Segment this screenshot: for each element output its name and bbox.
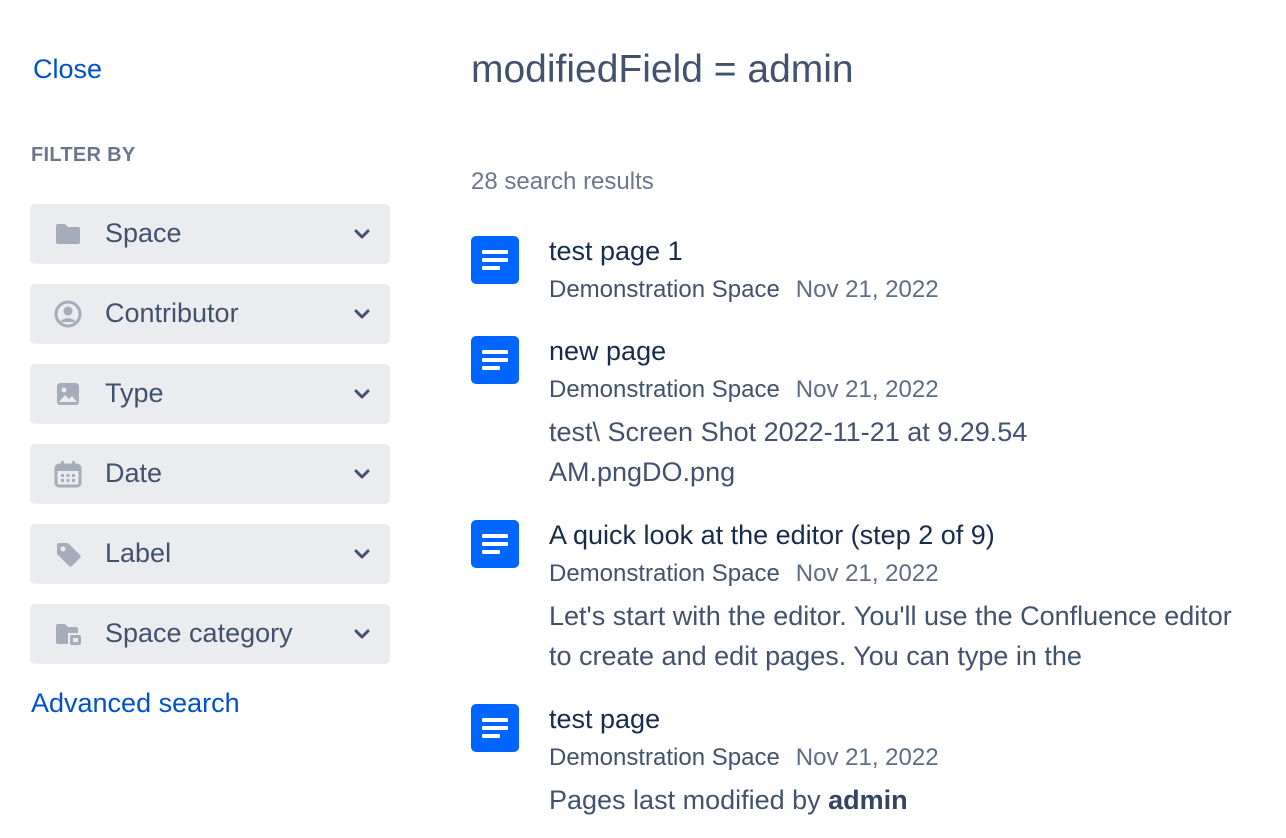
- chevron-down-icon: [354, 629, 370, 639]
- folder-icon: [56, 224, 80, 244]
- filter-space-category[interactable]: Space category: [30, 604, 390, 664]
- excerpt-text: Pages last modified by: [549, 785, 829, 815]
- filter-space[interactable]: Space: [30, 204, 390, 264]
- chevron-down-icon: [354, 469, 370, 479]
- result-title[interactable]: test page: [549, 704, 660, 735]
- filter-date[interactable]: Date: [30, 444, 390, 504]
- page-icon[interactable]: [471, 236, 519, 284]
- page-icon[interactable]: [471, 520, 519, 568]
- chevron-down-icon: [354, 229, 370, 239]
- result-date: Nov 21, 2022: [795, 560, 939, 587]
- filter-label: Type: [105, 378, 164, 408]
- filter-list: Space Contributor Type Date Label Space …: [30, 204, 390, 684]
- result-meta: Demonstration Space Nov 21, 2022: [549, 376, 939, 404]
- result-space[interactable]: Demonstration Space: [549, 560, 780, 587]
- filter-label: Label: [105, 538, 172, 568]
- filter-sidebar: Close FILTER BY Space Contributor Type D…: [0, 0, 420, 838]
- filter-label: Date: [105, 458, 163, 488]
- result-meta: Demonstration Space Nov 21, 2022: [549, 560, 939, 588]
- tag-icon: [57, 543, 81, 567]
- filter-label-tag[interactable]: Label: [30, 524, 390, 584]
- filter-contributor[interactable]: Contributor: [30, 284, 390, 344]
- calendar-icon: [54, 461, 82, 488]
- result-excerpt: Pages last modified by admin: [549, 780, 1239, 820]
- filter-label: Space: [105, 218, 182, 248]
- filter-label: Space category: [105, 618, 293, 648]
- chevron-down-icon: [354, 309, 370, 319]
- result-title[interactable]: test page 1: [549, 236, 683, 267]
- search-results-panel: modifiedField = admin 28 search results …: [440, 0, 1286, 838]
- person-circle-icon: [54, 300, 82, 328]
- search-query-title: modifiedField = admin: [471, 48, 854, 91]
- filter-by-heading: FILTER BY: [31, 144, 136, 166]
- results-count: 28 search results: [471, 168, 654, 195]
- result-date: Nov 21, 2022: [795, 376, 939, 403]
- result-meta: Demonstration Space Nov 21, 2022: [549, 276, 939, 304]
- chevron-down-icon: [354, 389, 370, 399]
- result-date: Nov 21, 2022: [795, 744, 939, 771]
- page-icon[interactable]: [471, 704, 519, 752]
- filter-label: Contributor: [105, 298, 239, 328]
- excerpt-highlight: admin: [828, 785, 908, 815]
- filter-type[interactable]: Type: [30, 364, 390, 424]
- chevron-down-icon: [354, 549, 370, 559]
- result-date: Nov 21, 2022: [795, 276, 939, 303]
- result-meta: Demonstration Space Nov 21, 2022: [549, 744, 939, 772]
- result-excerpt: Let's start with the editor. You'll use …: [549, 601, 1232, 671]
- image-icon: [57, 383, 79, 405]
- result-excerpt: test\ Screen Shot 2022-11-21 at 9.29.54 …: [549, 417, 1028, 487]
- folder-category-icon: [56, 624, 81, 645]
- result-space[interactable]: Demonstration Space: [549, 276, 780, 303]
- result-title[interactable]: A quick look at the editor (step 2 of 9): [549, 520, 995, 551]
- result-space[interactable]: Demonstration Space: [549, 376, 780, 403]
- page-icon[interactable]: [471, 336, 519, 384]
- close-link[interactable]: Close: [33, 54, 102, 85]
- result-space[interactable]: Demonstration Space: [549, 744, 780, 771]
- result-title[interactable]: new page: [549, 336, 666, 367]
- advanced-search-link[interactable]: Advanced search: [31, 688, 240, 719]
